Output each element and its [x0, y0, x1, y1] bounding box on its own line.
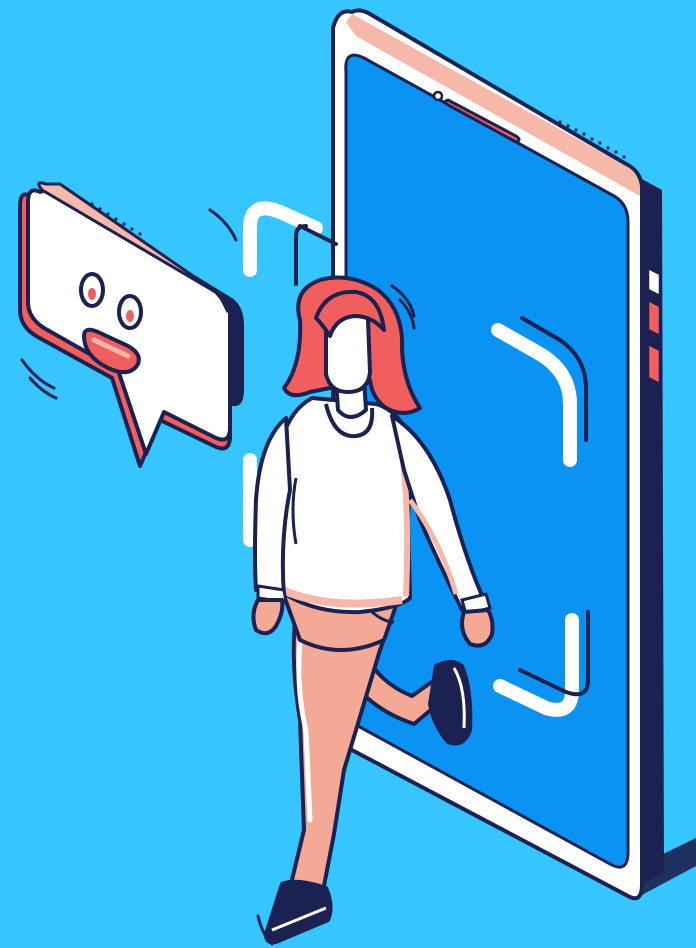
- phone-side-buttons: [646, 265, 662, 387]
- woman-front-leg: [256, 602, 388, 946]
- woman-left-arm: [251, 416, 292, 636]
- illustration-scene: [0, 0, 696, 948]
- illustration-canvas: [18, 8, 696, 946]
